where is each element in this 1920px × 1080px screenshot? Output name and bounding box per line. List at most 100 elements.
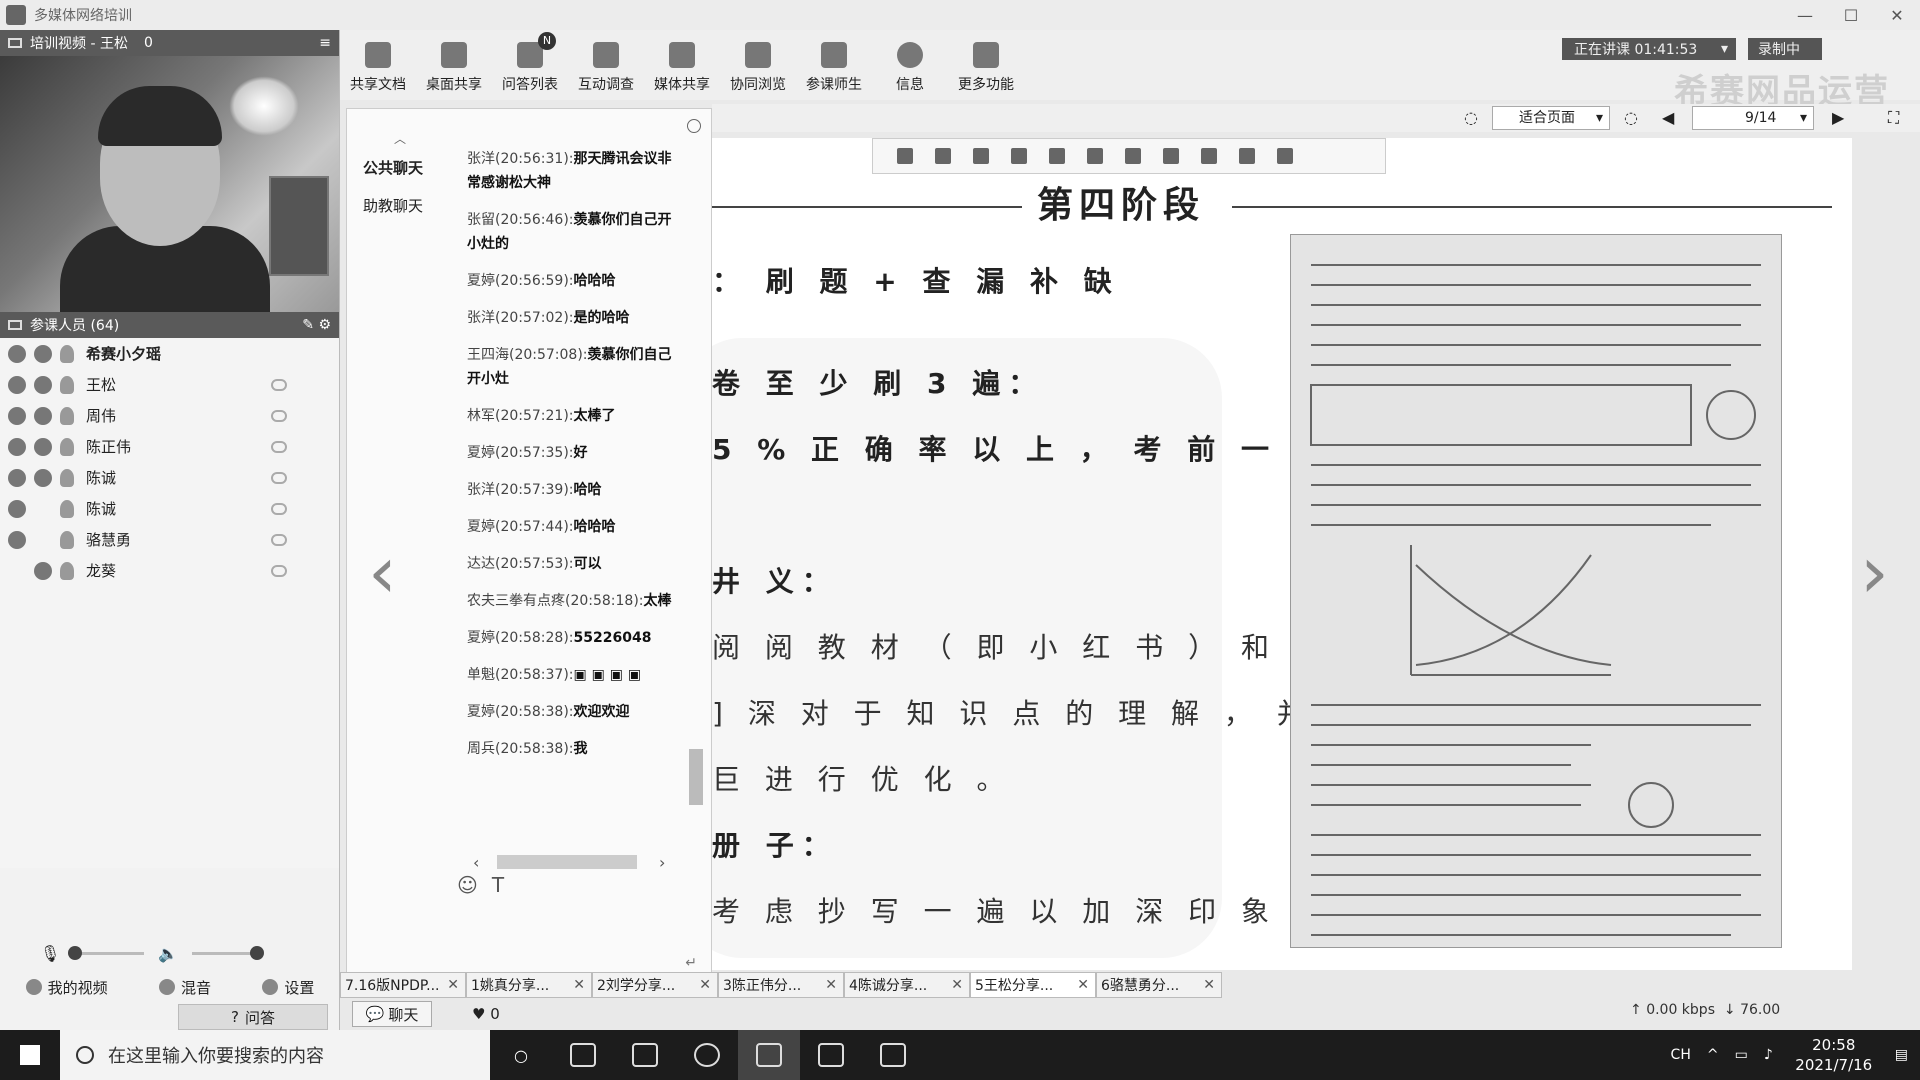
toolbar-survey[interactable]: 互动调查 [568, 30, 644, 100]
member-row[interactable]: 王松 [0, 369, 339, 400]
member-row[interactable]: 陈诚 [0, 493, 339, 524]
crop-icon[interactable] [973, 148, 989, 164]
close-icon[interactable]: ✕ [1874, 6, 1920, 25]
close-tab-icon[interactable]: ✕ [447, 977, 459, 993]
taskbar-app-powerpoint[interactable] [552, 1030, 614, 1080]
doc-tab-active[interactable]: 5王松分享... ✕ [970, 972, 1096, 998]
doc-tab[interactable]: 1姚真分享... ✕ [466, 972, 592, 998]
taskbar-app-browser[interactable] [676, 1030, 738, 1080]
notification-icon[interactable]: ▤ [1895, 1047, 1908, 1063]
clear-icon[interactable] [1277, 148, 1293, 164]
zoom-icon[interactable]: ◌ [1624, 108, 1638, 127]
font-icon[interactable]: T [492, 873, 504, 897]
my-video-button[interactable]: 我的视频 [25, 977, 108, 998]
chat-bubble-icon[interactable] [271, 471, 287, 484]
ime-indicator[interactable]: CH [1671, 1047, 1691, 1063]
chat-input[interactable] [457, 909, 707, 979]
toolbar-qa-list[interactable]: N 问答列表 [492, 30, 568, 100]
close-tab-icon[interactable]: ✕ [573, 977, 585, 993]
chat-bubble-icon[interactable] [271, 378, 287, 391]
qa-button[interactable]: ? 问答 [178, 1004, 328, 1030]
maximize-icon[interactable]: ☐ [1828, 6, 1874, 25]
member-row[interactable]: 骆慧勇 [0, 524, 339, 555]
settings-button[interactable]: 设置 [262, 977, 314, 998]
member-row[interactable]: 希赛小夕瑶 [0, 338, 339, 369]
doc-tab[interactable]: 2刘学分享... ✕ [592, 972, 718, 998]
toolbar-more[interactable]: 更多功能 [948, 30, 1024, 100]
member-row[interactable]: 陈诚 [0, 462, 339, 493]
text-tool-icon[interactable] [1163, 148, 1179, 164]
doc-tab[interactable]: 3陈正伟分... ✕ [718, 972, 844, 998]
next-page-icon[interactable]: ▶ [1832, 108, 1844, 127]
taskbar-app-c1[interactable] [800, 1030, 862, 1080]
chevron-up-icon[interactable]: ︿ [347, 129, 437, 149]
toolbar-participants[interactable]: 参课师生 [796, 30, 872, 100]
chevron-up-icon[interactable]: ^ [1707, 1047, 1719, 1063]
prev-slide-arrow[interactable]: ‹ [368, 530, 397, 614]
close-tab-icon[interactable]: ✕ [1203, 977, 1215, 993]
chat-button[interactable]: 💬 聊天 [352, 1001, 432, 1027]
taskbar-app-training[interactable] [738, 1030, 800, 1080]
member-row[interactable]: 周伟 [0, 400, 339, 431]
chat-bubble-icon[interactable] [271, 564, 287, 577]
fullscreen-icon[interactable]: ⛶ [1888, 108, 1899, 128]
chat-scrollbar[interactable] [689, 169, 703, 849]
doc-tab[interactable]: 6骆慧勇分... ✕ [1096, 972, 1222, 998]
panel-menu-icon[interactable]: ≡ [319, 35, 331, 51]
toolbar-share-docs[interactable]: 共享文档 [340, 30, 416, 100]
prev-page-icon[interactable]: ◀ [1662, 108, 1674, 127]
taskbar-app-c2[interactable] [862, 1030, 924, 1080]
pen-icon[interactable] [1011, 148, 1027, 164]
toolbar-desktop-share[interactable]: 桌面共享 [416, 30, 492, 100]
chat-bubble-icon[interactable] [271, 533, 287, 546]
scroll-left-icon[interactable]: ‹ [473, 853, 479, 872]
record-status[interactable]: 录制中 [1748, 38, 1822, 60]
chat-hscrollbar[interactable] [497, 855, 637, 869]
doc-tab[interactable]: 7.16版NPDP... ✕ [340, 972, 466, 998]
eraser-icon[interactable] [935, 148, 951, 164]
close-tab-icon[interactable]: ✕ [699, 977, 711, 993]
task-view-button[interactable]: ○ [490, 1030, 552, 1080]
line-icon[interactable] [1125, 148, 1141, 164]
emoji-icon[interactable]: ☺ [457, 873, 478, 897]
minimize-icon[interactable]: — [1782, 6, 1828, 25]
taskbar-app-explorer[interactable] [614, 1030, 676, 1080]
collapse-icon[interactable] [687, 119, 701, 133]
start-button[interactable] [0, 1030, 60, 1080]
close-tab-icon[interactable]: ✕ [1077, 977, 1089, 993]
toolbar-info[interactable]: 信息 [872, 30, 948, 100]
training-video[interactable] [0, 56, 339, 312]
member-row[interactable]: 龙葵 [0, 555, 339, 586]
pointer-icon[interactable] [897, 148, 913, 164]
likes[interactable]: ♥ 0 [472, 1005, 500, 1023]
members-tools-icon[interactable]: ✎ ⚙ [302, 317, 331, 333]
chat-bubble-icon[interactable] [271, 440, 287, 453]
align-icon[interactable] [1239, 148, 1255, 164]
lecture-status[interactable]: 正在讲课 01:41:53 ▾ [1562, 38, 1736, 60]
taskbar-search[interactable]: 在这里输入你要搜索的内容 [60, 1030, 490, 1080]
next-slide-arrow[interactable]: › [1860, 530, 1889, 614]
fit-mode-select[interactable]: 适合页面 ▾ [1492, 106, 1610, 130]
tab-assistant-chat[interactable]: 助教聊天 [347, 187, 437, 225]
clock[interactable]: 20:58 2021/7/16 [1789, 1035, 1879, 1075]
doc-tab[interactable]: 4陈诚分享... ✕ [844, 972, 970, 998]
speaker-icon[interactable]: 🔈 [158, 944, 178, 963]
network-icon[interactable]: ▭ [1735, 1047, 1748, 1063]
tab-public-chat[interactable]: 公共聊天 [347, 149, 437, 187]
volume-icon[interactable]: ♪ [1764, 1047, 1773, 1063]
member-row[interactable]: 陈正伟 [0, 431, 339, 462]
send-icon[interactable]: ↵ [685, 955, 697, 971]
mix-button[interactable]: 混音 [158, 977, 211, 998]
mic-icon[interactable]: 🎙 [40, 944, 60, 963]
rectangle-icon[interactable] [1087, 148, 1103, 164]
highlighter-icon[interactable] [1049, 148, 1065, 164]
toolbar-co-browse[interactable]: 协同浏览 [720, 30, 796, 100]
refresh-icon[interactable]: ◌ [1464, 108, 1478, 127]
close-tab-icon[interactable]: ✕ [825, 977, 837, 993]
layout-icon[interactable] [1201, 148, 1217, 164]
scroll-right-icon[interactable]: › [659, 853, 665, 872]
speaker-volume-slider[interactable] [192, 945, 265, 960]
chat-bubble-icon[interactable] [271, 409, 287, 422]
chat-bubble-icon[interactable] [271, 502, 287, 515]
page-select[interactable]: 9/14 ▾ [1692, 106, 1814, 130]
